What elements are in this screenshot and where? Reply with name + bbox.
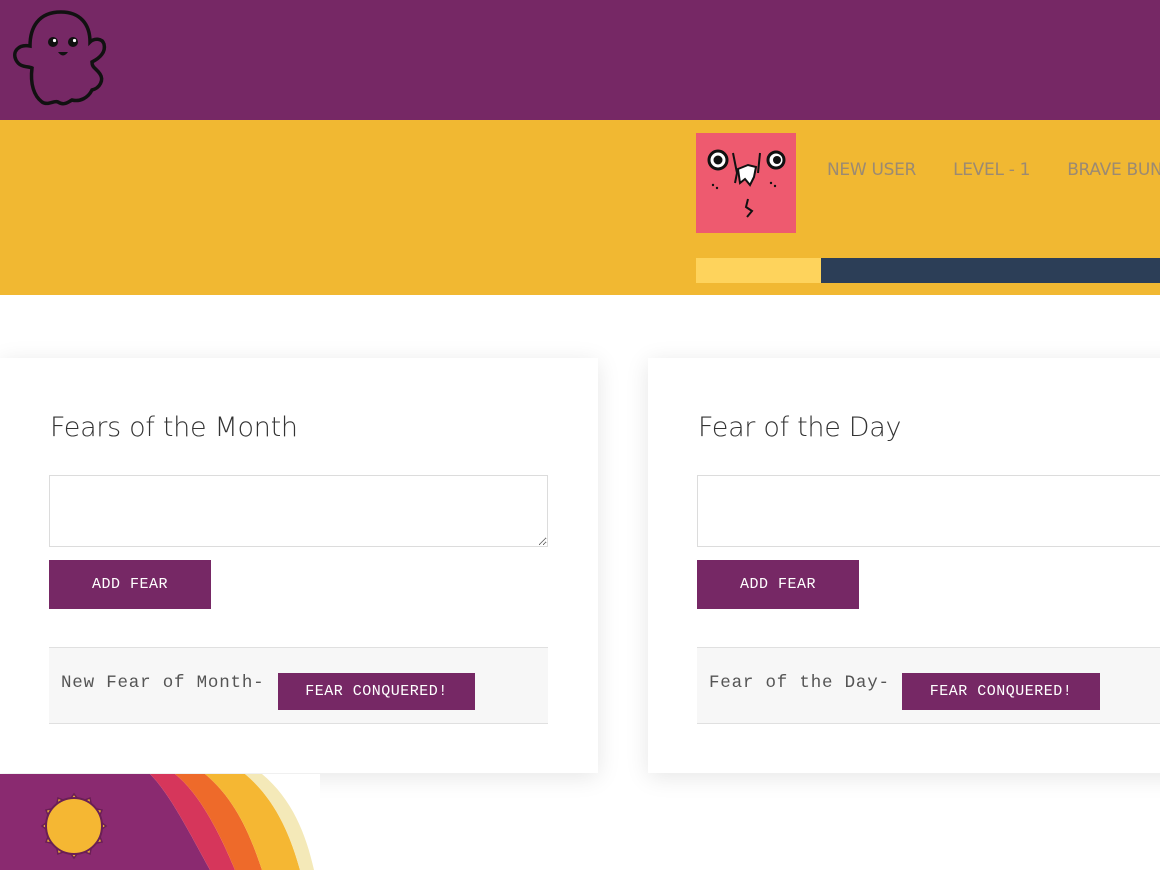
add-month-fear-button[interactable]: ADD FEAR: [49, 560, 211, 609]
top-bar: [0, 0, 1160, 120]
funny-face-icon: [707, 149, 786, 218]
decorative-footer-art: [0, 774, 320, 870]
fear-conquered-button[interactable]: FEAR CONQUERED!: [278, 673, 475, 710]
list-item: Fear of the Day- FEAR CONQUERED!: [697, 647, 1160, 724]
fear-conquered-button[interactable]: FEAR CONQUERED!: [902, 673, 1100, 710]
user-rank: BRAVE BUNNY: [1067, 160, 1160, 180]
list-item: New Fear of Month- FEAR CONQUERED!: [49, 647, 548, 724]
fears-of-month-card: Fears of the Month ADD FEAR New Fear of …: [0, 358, 598, 773]
ghost-icon[interactable]: [8, 6, 114, 112]
card-title: Fears of the Month: [50, 412, 298, 443]
user-level: LEVEL - 1: [953, 160, 1031, 180]
fear-of-day-card: Fear of the Day ADD FEAR Fear of the Day…: [648, 358, 1160, 773]
fear-item-text: New Fear of Month-: [61, 673, 265, 693]
level-progress-fill: [696, 258, 822, 283]
user-status: NEW USER: [827, 160, 917, 180]
month-fear-input[interactable]: [49, 475, 548, 547]
avatar[interactable]: [696, 133, 796, 233]
level-progress-bar: [696, 258, 1160, 283]
fear-item-text: Fear of the Day-: [709, 673, 890, 693]
day-fear-input[interactable]: [697, 475, 1160, 547]
card-title: Fear of the Day: [698, 412, 902, 443]
user-info: NEW USER LEVEL - 1 BRAVE BUNNY: [827, 160, 1160, 180]
add-day-fear-button[interactable]: ADD FEAR: [697, 560, 859, 609]
